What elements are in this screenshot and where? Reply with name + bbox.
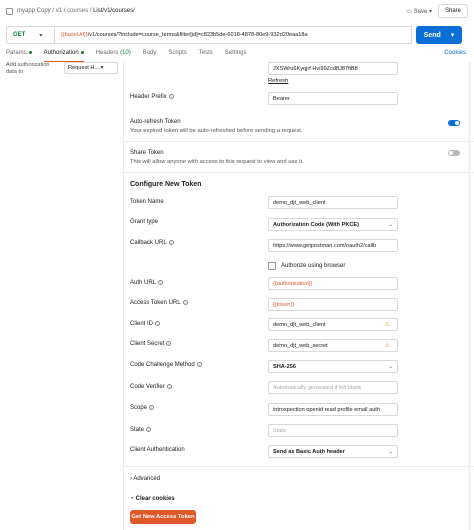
callback-url-input[interactable]: https://www.getpostman.com/oauth2/callb [268, 239, 398, 252]
chevron-down-icon: ⌄ [388, 222, 393, 228]
grant-type-select[interactable]: Authorization Code (With PKCE) ⌄ [268, 218, 398, 231]
access-token-url-input[interactable]: {{token}} [268, 298, 398, 311]
auth-url-label: Auth URL i [130, 280, 164, 286]
divider [124, 172, 474, 173]
refresh-link[interactable]: Refresh [268, 78, 288, 84]
state-label: State i [130, 427, 152, 433]
add-auth-label: Add authorization data to [6, 62, 50, 75]
toggle-knob [449, 151, 453, 155]
token-name-input[interactable]: demo_djt_web_client [268, 196, 398, 209]
get-new-access-token-button[interactable]: Get New Access Token [130, 510, 196, 524]
chevron-down-icon: ▾ [39, 32, 43, 39]
share-token-toggle[interactable] [448, 150, 460, 156]
tab-headers[interactable]: Headers (10) [96, 50, 131, 62]
info-icon: i [182, 300, 188, 305]
header-prefix-label: Header Prefix i [130, 94, 174, 100]
client-secret-label: Client Secret i [130, 341, 172, 347]
auto-refresh-desc: Your expired token will be auto-refreshe… [130, 128, 303, 134]
save-button[interactable]: ▭ Save ▾ [406, 8, 432, 15]
info-icon: i [168, 94, 174, 99]
header-prefix-input[interactable]: Bearer [268, 92, 398, 105]
scrollbar[interactable] [468, 62, 471, 530]
callback-url-label: Callback URL i [130, 240, 174, 246]
client-auth-select[interactable]: Send as Basic Auth header ⌄ [268, 445, 398, 458]
breadcrumb-v1[interactable]: v1 [56, 8, 62, 14]
auto-refresh-toggle[interactable] [448, 120, 460, 126]
scope-input[interactable]: introspection openid read profile email … [268, 403, 398, 416]
breadcrumb-courses[interactable]: courses [67, 8, 88, 14]
url-variable: {{baseUrl}} [61, 32, 88, 38]
tab-settings[interactable]: Settings [225, 50, 247, 62]
chevron-down-icon: ⌄ [388, 449, 393, 455]
add-auth-select[interactable]: Request H... ▾ [64, 62, 118, 74]
top-bar: myapp Copy / v1 / courses / List/v1/cour… [0, 0, 474, 22]
tab-body[interactable]: Body [143, 50, 157, 62]
access-token-url-label: Access Token URL i [130, 300, 188, 306]
cookies-link[interactable]: Cookies [444, 50, 466, 56]
warning-icon: ⚠ [384, 343, 390, 349]
info-icon: i [168, 240, 174, 245]
url-input[interactable]: {{baseUrl}} /v1/courses/?include=course_… [54, 26, 412, 44]
http-icon [6, 7, 13, 15]
chevron-right-icon: › [130, 476, 132, 482]
toggle-knob [455, 121, 459, 125]
share-button[interactable]: Share [437, 4, 468, 18]
auth-url-input[interactable]: {{authorization}} [268, 277, 398, 290]
tab-authorization[interactable]: Authorization [43, 50, 84, 62]
breadcrumb: myapp Copy / v1 / courses / List/v1/cour… [17, 8, 135, 14]
authorize-browser-label: Authorize using browser [281, 263, 346, 269]
state-input[interactable]: State [268, 424, 398, 437]
info-icon: i [196, 362, 202, 367]
breadcrumb-current: List/v1/courses/ [93, 8, 135, 14]
tab-params[interactable]: Params [6, 50, 32, 62]
info-icon: i [166, 384, 172, 389]
warning-icon: ⚠ [384, 322, 390, 328]
clear-cookies-button[interactable]: ◔ Clear cookies [130, 496, 175, 502]
code-challenge-select[interactable]: SHA-256 ⌄ [268, 360, 398, 373]
divider [124, 141, 474, 142]
scope-label: Scope i [130, 405, 155, 411]
share-token-desc: This will allow anyone with access to th… [130, 159, 304, 165]
method-select[interactable]: GET ▾ [6, 26, 54, 44]
code-verifier-input[interactable]: Automatically generated if left blank [268, 381, 398, 394]
auth-left-pane: Add authorization data to Request H... ▾ [0, 62, 124, 530]
divider [124, 466, 474, 467]
active-dot-icon [80, 50, 84, 54]
url-row: GET ▾ {{baseUrl}} /v1/courses/?include=c… [6, 26, 462, 44]
token-name-label: Token Name [130, 199, 164, 205]
chevron-down-icon: ▾ [450, 32, 455, 39]
tab-tests[interactable]: Tests [199, 50, 213, 62]
advanced-toggle[interactable]: › Advanced [130, 476, 160, 482]
authorize-browser-checkbox[interactable] [268, 262, 276, 270]
save-icon: ▭ [406, 8, 412, 15]
request-tabs: Params Authorization Headers (10) Body S… [6, 50, 468, 62]
code-verifier-label: Code Verifier i [130, 384, 172, 390]
info-icon: i [166, 341, 172, 346]
client-secret-input[interactable]: demo_djt_web_secret ⚠ [268, 339, 398, 352]
active-dot-icon [28, 50, 32, 54]
client-id-label: Client ID i [130, 321, 161, 327]
configure-title: Configure New Token [130, 181, 202, 188]
info-icon: i [146, 427, 152, 432]
breadcrumb-workspace[interactable]: myapp Copy [17, 8, 51, 14]
chevron-down-icon: ▾ [428, 8, 432, 15]
info-icon: i [155, 321, 161, 326]
share-token-label: Share Token [130, 150, 164, 156]
client-id-input[interactable]: demo_djt_web_client ⚠ [268, 318, 398, 331]
url-path: /v1/courses/?include=course_terms&filter… [87, 32, 308, 38]
tab-scripts[interactable]: Scripts [168, 50, 186, 62]
chevron-down-icon: ⌄ [388, 364, 393, 370]
grant-type-label: Grant type [130, 219, 159, 225]
client-auth-label: Client Authentication [130, 447, 185, 453]
info-icon: i [149, 405, 155, 410]
chevron-down-icon: ▾ [100, 65, 104, 71]
cookie-icon: ◔ [130, 496, 134, 502]
send-button[interactable]: Send ▾ [416, 26, 462, 44]
auto-refresh-label: Auto-refresh Token [130, 119, 181, 125]
info-icon: i [158, 280, 164, 285]
code-challenge-label: Code Challenge Method i [130, 362, 202, 368]
access-token-field[interactable]: JXSWru6Kyqjrf Hvi99Zcd8J87fiB8 [268, 62, 398, 75]
